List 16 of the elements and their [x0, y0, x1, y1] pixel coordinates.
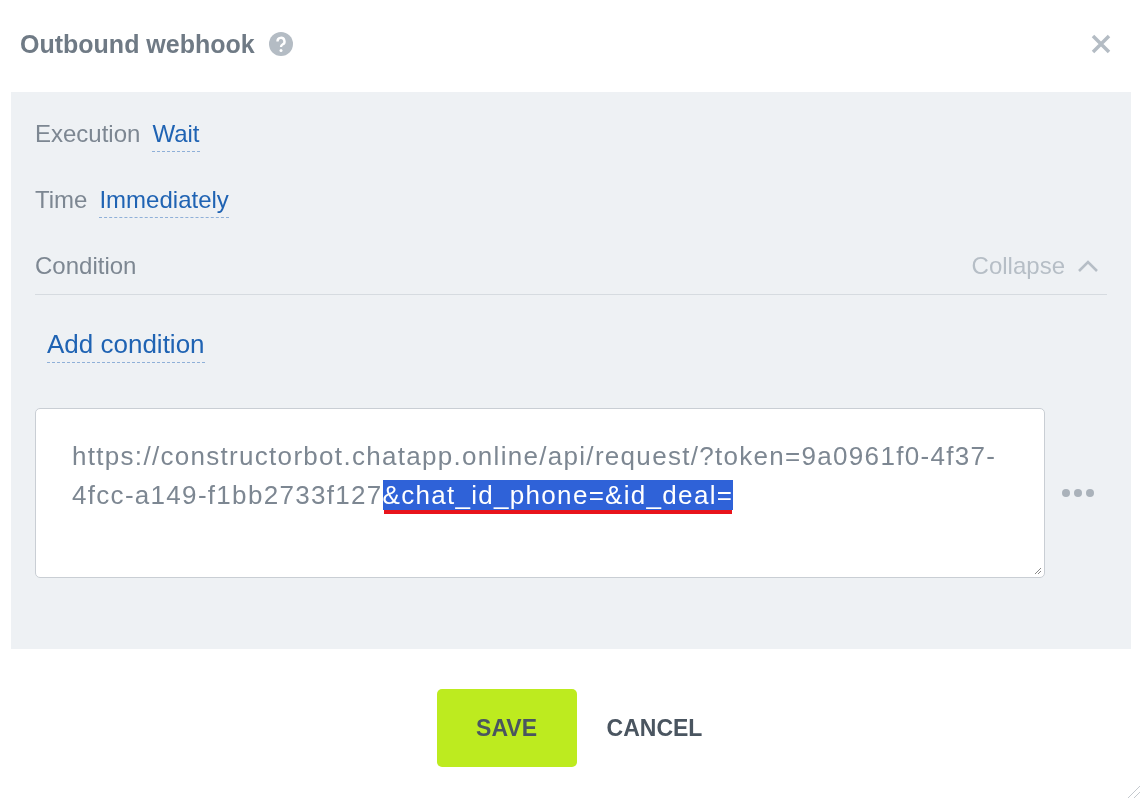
setting-label: Execution	[35, 120, 141, 148]
resize-grip-icon[interactable]	[1033, 566, 1042, 575]
dialog-title: Outbound webhook	[20, 29, 255, 59]
chevron-icon[interactable]	[1077, 259, 1099, 273]
save-button[interactable]: SAVE	[436, 689, 577, 767]
close-icon[interactable]	[1091, 34, 1111, 54]
more-icon[interactable]	[1061, 488, 1095, 498]
url-field[interactable]: https://constructorbot.chatapp.online/api/request/?token=9a0961f0-4f37-4fcc-a149-f1bb2733f127&chat_id_phone=&id_deal=	[35, 408, 1045, 578]
setting-link[interactable]: Wait	[152, 120, 200, 152]
setting-link[interactable]: Immediately	[99, 186, 229, 218]
help-icon[interactable]	[268, 32, 293, 56]
condition-label: Condition	[35, 252, 137, 280]
cancel-button[interactable]: CANCEL	[600, 689, 709, 767]
setting-label: Time	[35, 186, 88, 214]
resize-corner-icon[interactable]	[1125, 783, 1141, 799]
add-condition-link[interactable]: Add condition	[47, 329, 205, 363]
